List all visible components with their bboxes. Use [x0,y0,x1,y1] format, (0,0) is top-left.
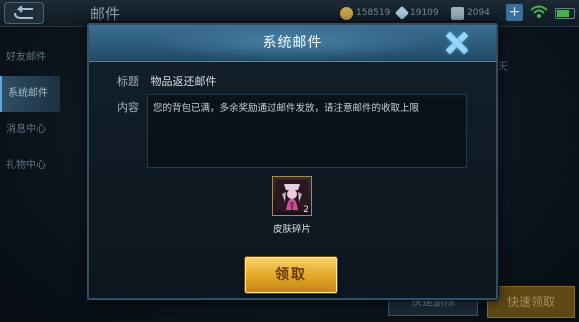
battery-icon [555,8,575,19]
add-currency-button[interactable]: + [506,4,523,21]
diamond-counter: 19109 [394,5,439,21]
voucher-value: 2094 [467,8,490,18]
gold-counter: 158519 [340,5,390,21]
voucher-counter: 2094 [451,5,490,21]
sidebar-item-gift-center[interactable]: 礼物中心 [0,148,60,184]
sidebar-item-message-center[interactable]: 消息中心 [0,112,60,148]
page-title: 邮件 [90,5,121,23]
mail-sidebar: 好友邮件 系统邮件 消息中心 礼物中心 [0,40,60,184]
sidebar-item-system-mail[interactable]: 系统邮件 [0,76,60,112]
gold-value: 158519 [356,8,391,18]
system-mail-dialog: 系统邮件 标题 物品返还邮件 内容 您的背包已满，多余奖励通过邮件发放，请注意邮… [87,23,498,300]
diamond-value: 19109 [410,8,439,18]
quick-claim-button[interactable]: 快速领取 [487,286,575,318]
back-button[interactable] [4,2,44,24]
claim-button[interactable]: 领取 [245,257,337,293]
voucher-icon [451,6,464,20]
item-count: 2 [303,205,309,215]
sidebar-item-friend-mail[interactable]: 好友邮件 [0,40,60,76]
mail-screen: 邮件 158519 19109 2094 + 好友邮件 系统邮件 消息中心 礼物… [0,0,579,322]
dialog-header: 系统邮件 [89,25,496,62]
dialog-title: 系统邮件 [262,35,323,51]
mail-subject-row: 标题 物品返还邮件 [117,73,217,89]
item-name: 皮肤碎片 [272,224,311,235]
background-day-label: 天 [497,60,508,73]
mail-content-text: 您的背包已满，多余奖励通过邮件发放，请注意邮件的收取上限 [153,103,420,114]
content-label: 内容 [117,101,139,114]
subject-label: 标题 [117,75,139,88]
subject-value: 物品返还邮件 [150,75,217,88]
close-icon[interactable] [442,29,472,57]
back-arrow-icon [14,6,33,19]
gold-coin-icon [340,6,353,20]
wifi-icon [530,5,548,18]
reward-item[interactable]: 2 [272,176,312,216]
diamond-icon [394,5,410,21]
